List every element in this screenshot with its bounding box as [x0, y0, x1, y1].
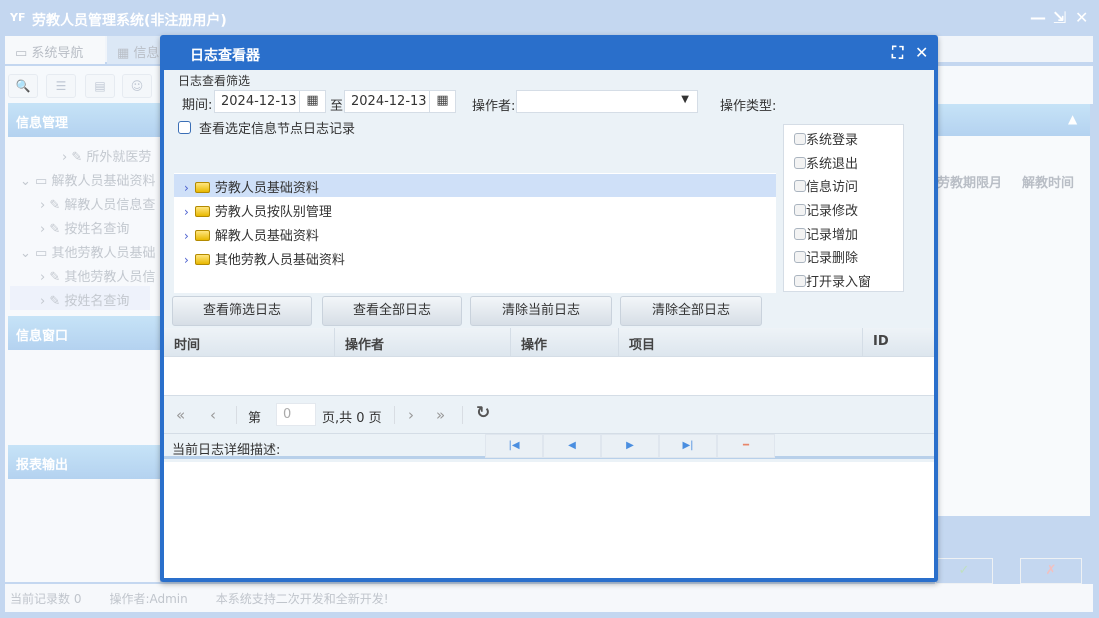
- next-record-icon[interactable]: ▶: [601, 434, 659, 458]
- app-logo: YF: [10, 11, 26, 24]
- monitor-icon: ▭: [15, 46, 32, 61]
- bg-tree-item-selected[interactable]: › ✎ 按姓名查询: [10, 286, 150, 310]
- maximize-icon[interactable]: ⛶: [892, 43, 903, 63]
- bg-tree-item[interactable]: ⌄ ▭ 解教人员基础资料: [20, 170, 155, 189]
- delete-record-icon[interactable]: ━: [717, 434, 775, 458]
- node-log-checkbox[interactable]: 查看选定信息节点日志记录: [178, 118, 355, 137]
- detail-toolbar: 当前日志详细描述: |◀ ◀ ▶ ▶| ━: [164, 433, 934, 459]
- tree-node[interactable]: › 劳教人员按队别管理: [174, 198, 776, 221]
- column-operation[interactable]: 操作: [511, 328, 619, 357]
- prev-record-icon[interactable]: ◀: [543, 434, 601, 458]
- optype-checkbox[interactable]: 记录删除: [794, 247, 858, 266]
- operator-label: 操作者:: [472, 99, 516, 114]
- first-record-icon[interactable]: |◀: [485, 434, 543, 458]
- view-filtered-logs-button[interactable]: 查看筛选日志: [172, 296, 312, 326]
- bg-tree-item[interactable]: › ✎ 所外就医劳: [62, 146, 151, 165]
- optype-checkbox[interactable]: 系统退出: [794, 153, 858, 172]
- date-from-input[interactable]: 2024-12-13 ▦: [214, 90, 326, 113]
- chevron-right-icon: ›: [184, 205, 189, 219]
- bg-tree-item[interactable]: › ✎ 其他劳教人员信: [40, 266, 155, 285]
- bg-column-header: 劳教期限月: [937, 176, 1003, 191]
- collapse-icon[interactable]: ▲: [1068, 112, 1077, 126]
- clear-all-logs-button[interactable]: 清除全部日志: [620, 296, 762, 326]
- panel-header-info-management[interactable]: 信息管理: [8, 103, 160, 137]
- close-button[interactable]: ✕: [1075, 8, 1088, 27]
- last-record-icon[interactable]: ▶|: [659, 434, 717, 458]
- next-page-icon[interactable]: ›: [408, 406, 414, 424]
- list-icon[interactable]: ☰: [46, 74, 76, 98]
- tab-system-nav[interactable]: ▭ 系统导航: [5, 36, 105, 64]
- panel-header-info-window[interactable]: 信息窗口: [8, 316, 160, 350]
- document-icon[interactable]: ▤: [85, 74, 115, 98]
- bg-column-header: 解教时间: [1022, 176, 1075, 191]
- record-count: 当前记录数 0: [10, 592, 82, 606]
- ok-button[interactable]: ✓: [935, 558, 993, 584]
- chevron-right-icon: ›: [184, 229, 189, 243]
- column-operator[interactable]: 操作者: [335, 328, 511, 357]
- restore-button[interactable]: ⇲: [1053, 8, 1066, 27]
- user-icon[interactable]: ☺: [122, 74, 152, 98]
- chevron-down-icon[interactable]: ▼: [681, 94, 689, 105]
- first-page-icon[interactable]: «: [176, 406, 185, 424]
- page-total: 页,共 0 页: [322, 411, 382, 426]
- system-note: 本系统支持二次开发和全新开发!: [215, 592, 389, 606]
- tree-node[interactable]: › 其他劳教人员基础资料: [174, 246, 776, 269]
- bg-tree-item[interactable]: › ✎ 按姓名查询: [40, 218, 129, 237]
- pager: « ‹ 第 0 页,共 0 页 › » ↻: [164, 397, 934, 433]
- column-time[interactable]: 时间: [164, 328, 335, 357]
- optype-list: 系统登录 系统退出 信息访问 记录修改 记录增加 记录删除 打开录入窗: [783, 124, 904, 292]
- prev-page-icon[interactable]: ‹: [210, 406, 216, 424]
- calendar-icon[interactable]: ▦: [299, 90, 325, 113]
- checkbox[interactable]: [178, 121, 191, 134]
- log-grid-body: [164, 357, 934, 396]
- chevron-right-icon: ›: [184, 181, 189, 195]
- panel-header-report-output[interactable]: 报表输出: [8, 445, 160, 479]
- detail-label: 当前日志详细描述:: [172, 443, 281, 458]
- optype-checkbox[interactable]: 系统登录: [794, 129, 858, 148]
- date-to-input[interactable]: 2024-12-13 ▦: [344, 90, 456, 113]
- column-id[interactable]: ID: [863, 328, 934, 357]
- optype-checkbox[interactable]: 记录修改: [794, 200, 858, 219]
- to-label: 至: [330, 99, 344, 114]
- page-prefix: 第: [248, 411, 262, 426]
- optype-checkbox[interactable]: 信息访问: [794, 176, 858, 195]
- app-title: 劳教人员管理系统(非注册用户): [32, 13, 227, 29]
- bg-tree-item[interactable]: ⌄ ▭ 其他劳教人员基础: [20, 242, 155, 261]
- node-tree: › 劳教人员基础资料 › 劳教人员按队别管理 › 解教人员基础资料 › 其他劳教人员基础…: [174, 173, 776, 293]
- grid-icon: ▦: [117, 46, 134, 61]
- folder-icon: [194, 206, 210, 217]
- period-label: 期间:: [182, 98, 213, 113]
- clear-current-log-button[interactable]: 清除当前日志: [470, 296, 612, 326]
- column-item[interactable]: 项目: [619, 328, 863, 357]
- refresh-icon[interactable]: ↻: [476, 403, 490, 423]
- view-all-logs-button[interactable]: 查看全部日志: [322, 296, 462, 326]
- tree-node[interactable]: › 劳教人员基础资料: [174, 174, 776, 197]
- log-viewer-dialog: 日志查看器 ⛶ ✕ 日志查看筛选 期间: 2024-12-13 ▦ 至 2024-…: [160, 35, 938, 582]
- log-detail-area[interactable]: [164, 462, 934, 578]
- optype-checkbox[interactable]: 记录增加: [794, 224, 858, 243]
- log-grid-header: 时间 操作者 操作 项目 ID: [164, 328, 934, 357]
- minimize-button[interactable]: —: [1030, 8, 1046, 27]
- search-icon[interactable]: 🔍: [8, 74, 38, 98]
- operator-status: 操作者:Admin: [109, 592, 188, 606]
- cancel-button[interactable]: ✗: [1020, 558, 1082, 584]
- bg-tree-item[interactable]: › ✎ 解教人员信息查: [40, 194, 155, 213]
- filter-group-label: 日志查看筛选: [178, 74, 251, 88]
- page-input[interactable]: 0: [276, 403, 316, 426]
- optype-label: 操作类型:: [720, 99, 777, 114]
- calendar-icon[interactable]: ▦: [429, 90, 455, 113]
- folder-icon: [194, 230, 210, 241]
- dialog-close-icon[interactable]: ✕: [915, 43, 928, 62]
- operator-select[interactable]: ▼: [516, 90, 698, 113]
- last-page-icon[interactable]: »: [436, 406, 445, 424]
- dialog-title: 日志查看器: [190, 48, 260, 64]
- optype-checkbox[interactable]: 打开录入窗: [794, 271, 871, 290]
- chevron-right-icon: ›: [184, 253, 189, 267]
- tree-node[interactable]: › 解教人员基础资料: [174, 222, 776, 245]
- folder-icon: [194, 182, 210, 193]
- status-bar: 当前记录数 0 操作者:Admin 本系统支持二次开发和全新开发!: [5, 584, 1093, 612]
- folder-icon: [194, 254, 210, 265]
